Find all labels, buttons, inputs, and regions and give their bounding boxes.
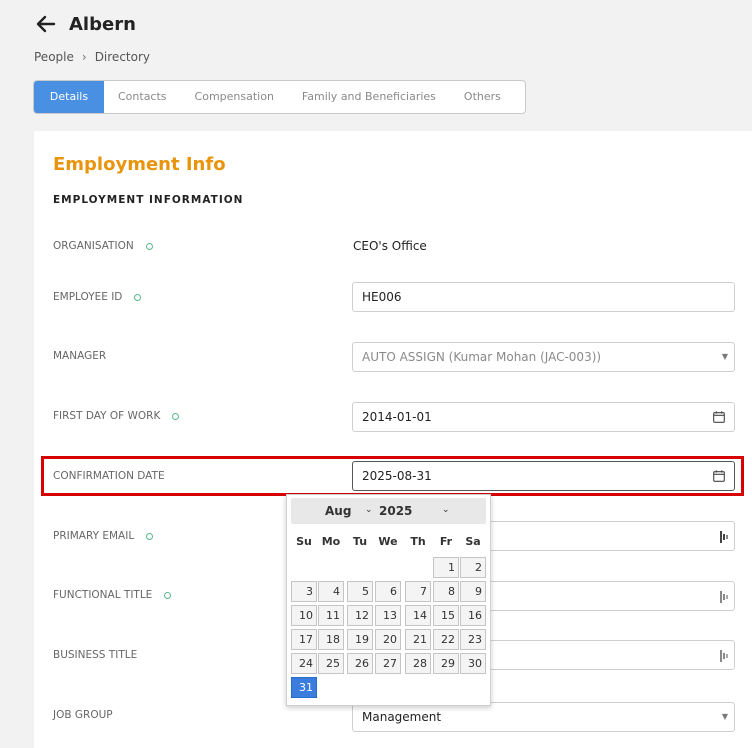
calendar-day[interactable]: 2 — [460, 557, 486, 578]
calendar-day[interactable]: 1 — [433, 557, 459, 578]
field-options-icon[interactable] — [720, 531, 728, 543]
calendar-day[interactable]: 5 — [347, 581, 373, 602]
calendar-day[interactable]: 15 — [433, 605, 459, 626]
weekday-header: Tu — [352, 535, 368, 548]
year-select[interactable]: 2025 — [379, 504, 412, 518]
tab-family-beneficiaries[interactable]: Family and Beneficiaries — [288, 81, 450, 113]
calendar-day[interactable]: 12 — [347, 605, 373, 626]
employee-id-field[interactable]: HE006 — [352, 282, 735, 312]
calendar-day[interactable]: 24 — [291, 653, 317, 674]
calendar-day-selected[interactable]: 31 — [291, 677, 317, 698]
job-group-label: JOB GROUP — [53, 709, 113, 721]
tab-bar: Details Contacts Compensation Family and… — [33, 80, 526, 114]
first-day-field[interactable]: 2014-01-01 — [352, 402, 735, 432]
section-subtitle: EMPLOYMENT INFORMATION — [53, 194, 244, 206]
section-title: Employment Info — [53, 154, 226, 175]
calendar-day[interactable]: 25 — [318, 653, 344, 674]
calendar-day[interactable]: 6 — [375, 581, 401, 602]
tab-compensation[interactable]: Compensation — [181, 81, 288, 113]
organisation-value: CEO's Office — [353, 239, 427, 253]
field-options-icon[interactable] — [720, 650, 728, 662]
calendar-day[interactable]: 9 — [460, 581, 486, 602]
calendar-day[interactable]: 27 — [375, 653, 401, 674]
month-chevron-down-icon[interactable]: ⌄ — [365, 505, 373, 515]
calendar-day[interactable]: 23 — [460, 629, 486, 650]
functional-title-label: FUNCTIONAL TITLE — [53, 589, 172, 601]
employee-id-label: EMPLOYEE ID — [53, 291, 142, 303]
weekday-header: Fr — [439, 535, 453, 548]
breadcrumb-directory[interactable]: Directory — [95, 50, 150, 64]
calendar-day[interactable]: 19 — [347, 629, 373, 650]
calendar-icon[interactable] — [713, 411, 725, 423]
job-group-select[interactable]: Management ▼ — [352, 702, 735, 732]
breadcrumb-people[interactable]: People — [34, 50, 74, 64]
month-select[interactable]: Aug — [325, 504, 351, 518]
calendar-day[interactable]: 11 — [318, 605, 344, 626]
weekday-header: Th — [410, 535, 426, 548]
required-dot-icon — [172, 412, 180, 420]
tab-others[interactable]: Others — [450, 81, 515, 113]
calendar-day[interactable]: 10 — [291, 605, 317, 626]
back-arrow-icon[interactable] — [34, 12, 58, 36]
calendar-day[interactable]: 3 — [291, 581, 317, 602]
primary-email-label: PRIMARY EMAIL — [53, 530, 154, 542]
tab-contacts[interactable]: Contacts — [104, 81, 181, 113]
calendar-day[interactable]: 16 — [460, 605, 486, 626]
calendar-day[interactable]: 21 — [405, 629, 431, 650]
calendar-day[interactable]: 28 — [405, 653, 431, 674]
first-day-value: 2014-01-01 — [362, 410, 432, 424]
required-dot-icon — [134, 293, 142, 301]
date-picker-header: Aug ⌄ 2025 ⌄ — [291, 498, 486, 524]
business-title-label: BUSINESS TITLE — [53, 649, 138, 661]
weekday-header: We — [378, 535, 398, 548]
page-title: Albern — [69, 14, 136, 35]
weekday-header: Sa — [465, 535, 481, 548]
calendar-day[interactable]: 22 — [433, 629, 459, 650]
required-dot-icon — [146, 532, 154, 540]
calendar-day[interactable]: 7 — [405, 581, 431, 602]
breadcrumb: People › Directory — [34, 50, 150, 64]
dropdown-caret-icon: ▼ — [721, 712, 728, 721]
weekday-header: Su — [296, 535, 312, 548]
weekday-header: Mo — [321, 535, 341, 548]
calendar-day[interactable]: 20 — [375, 629, 401, 650]
manager-value: AUTO ASSIGN (Kumar Mohan (JAC-003)) — [362, 350, 602, 364]
date-picker: Aug ⌄ 2025 ⌄ Su Mo Tu We Th Fr Sa 1 2 3 4 5 6 7 8 9 10 1… — [286, 494, 491, 706]
manager-select[interactable]: AUTO ASSIGN (Kumar Mohan (JAC-003)) ▼ — [352, 342, 735, 372]
tab-details[interactable]: Details — [34, 81, 104, 113]
calendar-day[interactable]: 8 — [433, 581, 459, 602]
manager-label: MANAGER — [53, 350, 107, 362]
field-options-icon[interactable] — [720, 591, 728, 603]
required-dot-icon — [145, 242, 153, 250]
calendar-day[interactable]: 17 — [291, 629, 317, 650]
calendar-day[interactable]: 29 — [433, 653, 459, 674]
calendar-day[interactable]: 30 — [460, 653, 486, 674]
year-chevron-down-icon[interactable]: ⌄ — [442, 505, 450, 515]
calendar-day[interactable]: 14 — [405, 605, 431, 626]
breadcrumb-separator: › — [81, 50, 87, 64]
required-dot-icon — [164, 591, 172, 599]
calendar-day[interactable]: 26 — [347, 653, 373, 674]
dropdown-caret-icon: ▼ — [721, 352, 728, 361]
organisation-label: ORGANISATION — [53, 240, 153, 252]
highlight-box — [41, 456, 744, 496]
calendar-day[interactable]: 13 — [375, 605, 401, 626]
calendar-day[interactable]: 4 — [318, 581, 344, 602]
calendar-day[interactable]: 18 — [318, 629, 344, 650]
job-group-value: Management — [362, 710, 442, 724]
first-day-label: FIRST DAY OF WORK — [53, 410, 180, 422]
